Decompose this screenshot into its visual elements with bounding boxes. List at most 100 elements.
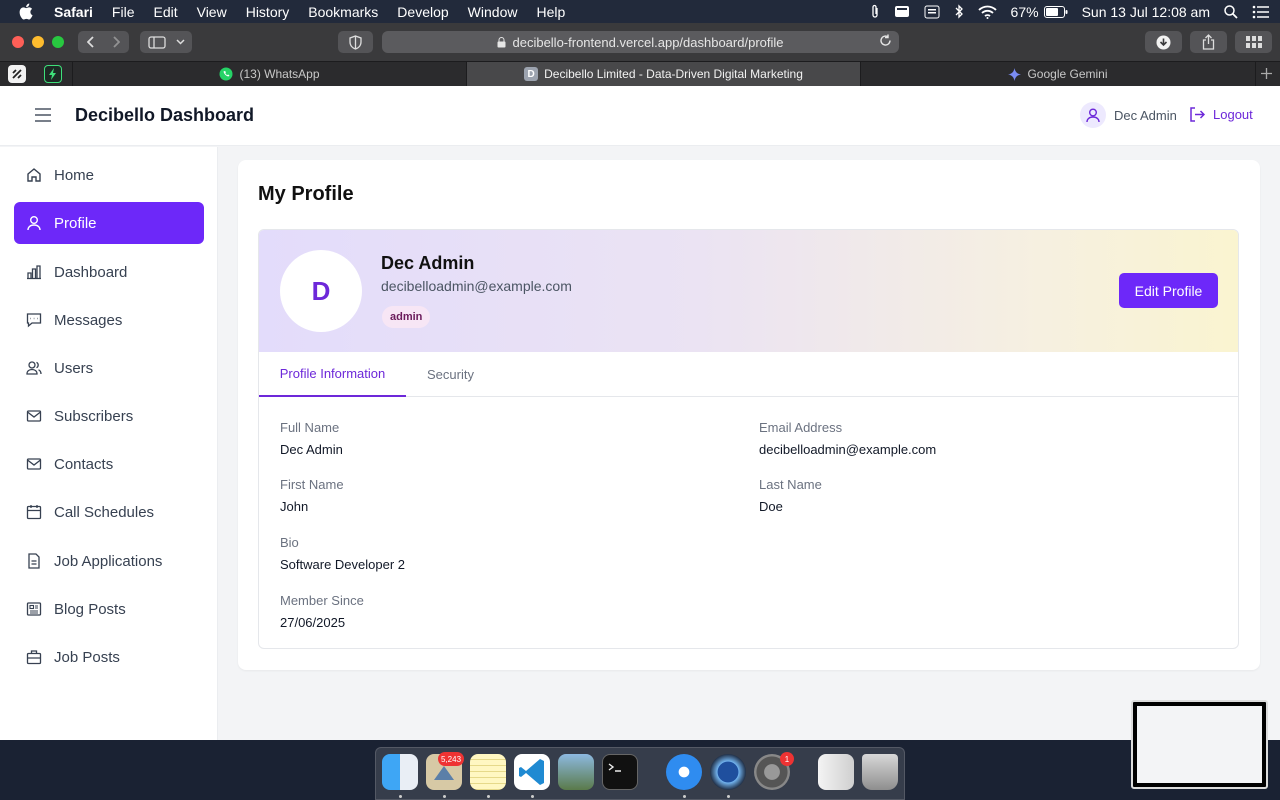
pinned-bolt-icon [49, 68, 56, 80]
user-menu[interactable]: Dec Admin [1080, 102, 1177, 128]
edit-profile-button[interactable]: Edit Profile [1119, 273, 1218, 308]
user-icon [27, 216, 41, 231]
sidebar-item-users[interactable]: Users [14, 347, 204, 389]
sidebar-item-label: Messages [54, 311, 123, 329]
reload-icon[interactable] [879, 34, 892, 47]
preview-app-icon[interactable] [558, 754, 594, 790]
field-value: 27/06/2025 [280, 615, 346, 630]
macos-dock: 5,243 1 [375, 747, 905, 800]
file-icon [28, 553, 40, 569]
favicon-letter-icon: D [524, 67, 539, 81]
field-value: Dec Admin [280, 442, 343, 457]
pinned-app-icon [12, 69, 22, 79]
tab-overview-button[interactable] [1235, 31, 1272, 53]
forward-icon[interactable] [104, 36, 129, 48]
battery-status[interactable]: 67% [1011, 4, 1068, 20]
logout-button[interactable]: Logout [1189, 107, 1253, 122]
new-tab-icon[interactable] [1260, 67, 1273, 80]
chevron-down-icon [175, 39, 185, 45]
field-member-since: Member Since 27/06/2025 [280, 593, 364, 630]
tab-gemini[interactable]: Google Gemini [861, 62, 1256, 86]
sidebar-item-subscribers[interactable]: Subscribers [14, 395, 204, 437]
tab-decibello[interactable]: D Decibello Limited - Data-Driven Digita… [467, 62, 861, 86]
user-icon [1086, 108, 1100, 122]
pinned-tab-2[interactable] [44, 65, 62, 83]
settings-badge: 1 [780, 752, 794, 766]
sidebar-item-messages[interactable]: Messages [14, 299, 204, 341]
running-indicator [399, 795, 402, 798]
share-button[interactable] [1190, 31, 1227, 53]
address-bar[interactable]: decibello-frontend.vercel.app/dashboard/… [382, 31, 899, 53]
back-forward-buttons [78, 31, 129, 53]
paperclip-icon[interactable] [870, 4, 880, 20]
vscode-icon[interactable] [514, 754, 550, 790]
sidebar-item-home[interactable]: Home [14, 154, 204, 196]
sidebar-item-job-applications[interactable]: Job Applications [14, 540, 204, 582]
terminal-app-icon[interactable] [602, 754, 638, 790]
sidebar-item-call-schedules[interactable]: Call Schedules [14, 491, 204, 533]
header-user-name: Dec Admin [1114, 107, 1177, 123]
screenshot-thumbnail[interactable] [1131, 700, 1268, 789]
tab-label: Google Gemini [1027, 67, 1108, 81]
download-icon [1156, 35, 1171, 50]
zoom-window-button[interactable] [52, 36, 64, 48]
menubar-clock[interactable]: Sun 13 Jul 12:08 am [1082, 4, 1210, 20]
privacy-report-button[interactable] [338, 31, 373, 53]
trash-icon[interactable] [862, 754, 898, 790]
sidebar-item-label: Users [54, 359, 94, 377]
field-first-name: First Name John [280, 477, 344, 514]
bluetooth-icon[interactable] [954, 4, 964, 19]
running-indicator [487, 795, 490, 798]
hamburger-menu-icon[interactable] [34, 108, 52, 122]
menu-view[interactable]: View [197, 4, 227, 20]
menu-bookmarks[interactable]: Bookmarks [308, 4, 378, 20]
menu-edit[interactable]: Edit [153, 4, 177, 20]
tab-security[interactable]: Security [406, 352, 495, 397]
tab-whatsapp[interactable]: (13) WhatsApp [72, 62, 467, 86]
role-badge: admin [382, 306, 431, 328]
sidebar-item-contacts[interactable]: Contacts [14, 443, 204, 485]
spotlight-search-icon[interactable] [1224, 4, 1238, 19]
menu-develop[interactable]: Develop [397, 4, 448, 20]
field-label: Member Since [280, 593, 364, 608]
menu-help[interactable]: Help [536, 4, 565, 20]
notes-app-icon[interactable] [470, 754, 506, 790]
menu-app-name[interactable]: Safari [54, 4, 93, 20]
tab-label: (13) WhatsApp [239, 67, 320, 81]
apple-menu-icon[interactable] [18, 3, 38, 20]
newspaper-icon [26, 602, 42, 616]
menu-extra-icon[interactable] [894, 5, 910, 18]
menu-window[interactable]: Window [468, 4, 518, 20]
menu-file[interactable]: File [112, 4, 135, 20]
sidebar-item-job-posts[interactable]: Job Posts [14, 636, 204, 678]
menu-history[interactable]: History [246, 4, 290, 20]
pinned-tab-1[interactable] [8, 65, 26, 83]
whatsapp-icon [219, 67, 233, 81]
sidebar-item-profile[interactable]: Profile [14, 202, 204, 244]
safari-app-icon[interactable] [666, 754, 702, 790]
gemini-sparkle-icon [1008, 67, 1022, 81]
minimize-window-button[interactable] [32, 36, 44, 48]
sidebar-item-dashboard[interactable]: Dashboard [14, 251, 204, 293]
downloads-button[interactable] [1145, 31, 1182, 53]
close-window-button[interactable] [12, 36, 24, 48]
control-center-icon[interactable] [1252, 5, 1270, 19]
wifi-icon[interactable] [977, 5, 997, 19]
field-value: Doe [759, 499, 783, 514]
quicktime-app-icon[interactable] [710, 754, 746, 790]
sidebar-toggle-button[interactable] [140, 31, 192, 53]
sidebar-item-label: Call Schedules [54, 503, 155, 521]
tab-profile-information[interactable]: Profile Information [259, 352, 406, 397]
back-icon[interactable] [79, 36, 104, 48]
documents-stack-icon[interactable] [818, 754, 854, 790]
keyboard-icon[interactable] [924, 5, 940, 19]
sidebar-item-blog-posts[interactable]: Blog Posts [14, 588, 204, 630]
briefcase-icon [26, 650, 42, 665]
window-controls [12, 36, 64, 48]
sidebar-icon [147, 35, 166, 49]
mail-icon [26, 458, 42, 470]
field-label: Full Name [280, 420, 340, 435]
web-page: Decibello Dashboard Dec Admin Logout Hom… [0, 86, 1280, 740]
field-value: decibelloadmin@example.com [759, 442, 937, 457]
finder-icon[interactable] [382, 754, 418, 790]
